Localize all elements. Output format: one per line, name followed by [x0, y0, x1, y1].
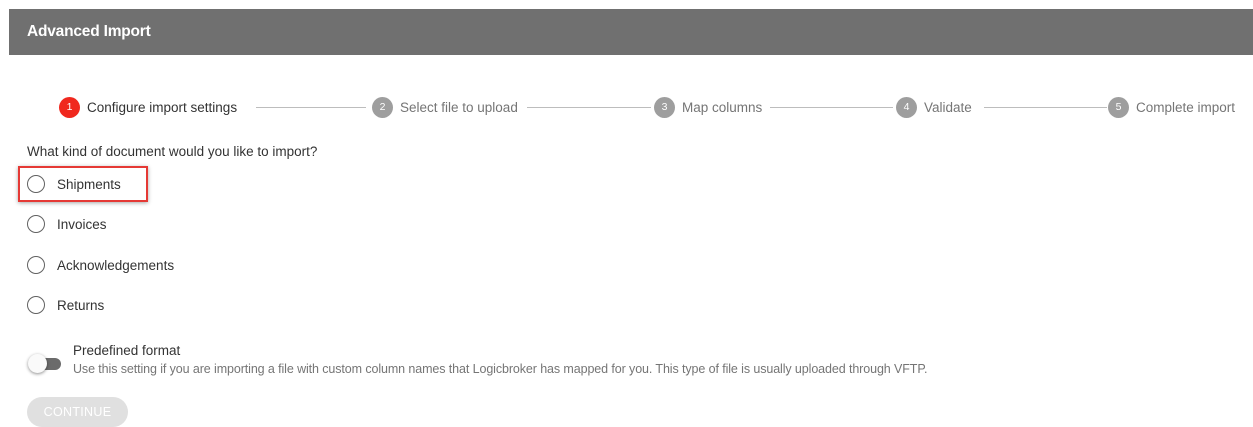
step-complete-import[interactable]: 5 Complete import	[1108, 96, 1235, 118]
continue-button[interactable]: CONTINUE	[27, 397, 128, 427]
step-label: Validate	[924, 99, 972, 115]
radio-button[interactable]	[27, 175, 45, 193]
step-connector	[770, 107, 893, 108]
radio-button[interactable]	[27, 256, 45, 274]
step-connector	[984, 107, 1107, 108]
predefined-format-label: Predefined format	[73, 343, 181, 358]
radio-option-shipments[interactable]: Shipments	[27, 173, 121, 195]
step-map-columns[interactable]: 3 Map columns	[654, 96, 762, 118]
radio-button[interactable]	[27, 215, 45, 233]
step-select-file[interactable]: 2 Select file to upload	[372, 96, 518, 118]
import-stepper: 1 Configure import settings 2 Select fil…	[57, 96, 1247, 118]
step-number-badge: 5	[1108, 96, 1129, 118]
radio-button[interactable]	[27, 296, 45, 314]
step-configure-import-settings[interactable]: 1 Configure import settings	[59, 96, 237, 118]
radio-option-acknowledgements[interactable]: Acknowledgements	[27, 254, 174, 276]
page-header: Advanced Import	[9, 9, 1253, 55]
radio-label: Invoices	[57, 216, 107, 232]
step-label: Select file to upload	[400, 99, 518, 115]
document-type-question: What kind of document would you like to …	[27, 144, 318, 159]
radio-option-invoices[interactable]: Invoices	[27, 213, 107, 235]
step-validate[interactable]: 4 Validate	[896, 96, 972, 118]
step-number-badge: 2	[372, 96, 393, 118]
page-title: Advanced Import	[27, 23, 151, 40]
predefined-format-description: Use this setting if you are importing a …	[73, 362, 928, 376]
radio-label: Returns	[57, 297, 105, 313]
step-label: Complete import	[1136, 99, 1236, 115]
radio-label: Acknowledgements	[57, 257, 175, 273]
step-connector	[256, 107, 366, 108]
step-number-badge: 3	[654, 96, 675, 118]
radio-label: Shipments	[57, 176, 121, 192]
step-label: Map columns	[682, 99, 763, 115]
step-connector	[527, 107, 651, 108]
predefined-format-toggle[interactable]	[28, 354, 61, 373]
radio-option-returns[interactable]: Returns	[27, 294, 104, 316]
step-number-badge: 1	[59, 96, 80, 118]
step-number-badge: 4	[896, 96, 917, 118]
step-label: Configure import settings	[87, 99, 238, 115]
toggle-thumb	[28, 354, 47, 373]
